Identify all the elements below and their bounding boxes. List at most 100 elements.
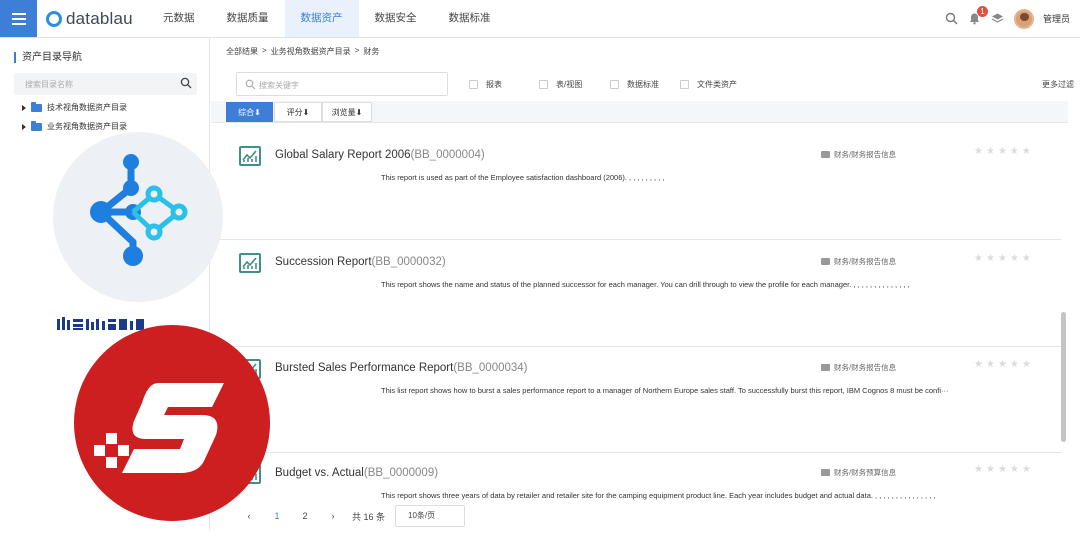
result-path: 财务/财务报告信息	[821, 256, 896, 267]
hamburger-menu-button[interactable]	[0, 0, 37, 37]
logo[interactable]: datablau	[46, 9, 133, 29]
rating-stars[interactable]: ★ ★ ★ ★ ★	[974, 464, 1031, 475]
result-card[interactable]: Bursted Sales Performance Report(BB_0000…	[211, 348, 1061, 453]
rating-stars[interactable]: ★ ★ ★ ★ ★	[974, 359, 1031, 370]
star-icon[interactable]: ★	[1022, 464, 1031, 475]
page-2-button[interactable]: 2	[296, 511, 314, 521]
breadcrumb-separator: >	[262, 46, 267, 55]
checkbox[interactable]	[469, 80, 478, 89]
star-icon[interactable]: ★	[1022, 253, 1031, 264]
rating-stars[interactable]: ★ ★ ★ ★ ★	[974, 146, 1031, 157]
tree-item-business-catalog[interactable]: 业务视角数据资产目录	[22, 120, 127, 132]
sort-views-button[interactable]: 浏览量⬇	[322, 102, 372, 122]
next-page-button[interactable]: ›	[324, 511, 342, 521]
result-path: 财务/财务报告信息	[821, 149, 896, 160]
caret-right-icon[interactable]	[22, 123, 26, 130]
result-code: (BB_0000004)	[410, 149, 485, 161]
result-path-label: 财务/财务报告信息	[834, 257, 897, 266]
result-code: (BB_0000034)	[453, 362, 528, 374]
page-1-button[interactable]: 1	[268, 511, 286, 521]
star-icon[interactable]: ★	[1010, 359, 1019, 370]
sort-comprehensive-button[interactable]: 综合⬇	[226, 102, 273, 122]
bell-icon[interactable]: 1	[968, 5, 988, 26]
result-path: 财务/财务预算信息	[821, 467, 896, 478]
result-title[interactable]: Succession Report(BB_0000032)	[275, 256, 446, 268]
star-icon[interactable]: ★	[1022, 359, 1031, 370]
search-icon[interactable]	[180, 77, 192, 89]
star-icon[interactable]: ★	[998, 359, 1007, 370]
page-size-select[interactable]: 10条/页	[395, 505, 466, 527]
folder-icon	[821, 258, 830, 265]
nav-item-data-security[interactable]: 数据安全	[359, 0, 433, 37]
star-icon[interactable]: ★	[986, 253, 995, 264]
star-icon[interactable]: ★	[986, 464, 995, 475]
prev-page-button[interactable]: ‹	[240, 511, 258, 521]
result-description: This report is used as part of the Emplo…	[381, 173, 665, 182]
scrollbar[interactable]	[1061, 312, 1066, 442]
nav-item-metadata[interactable]: 元数据	[147, 0, 211, 37]
star-icon[interactable]: ★	[974, 253, 983, 264]
keyword-search-input[interactable]: 搜索关键字	[236, 72, 448, 96]
star-icon[interactable]: ★	[986, 146, 995, 157]
caret-right-icon[interactable]	[22, 104, 26, 111]
avatar[interactable]	[1013, 8, 1034, 29]
search-icon[interactable]	[945, 12, 959, 26]
breadcrumb-finance[interactable]: 财务	[363, 46, 379, 57]
star-icon[interactable]: ★	[986, 359, 995, 370]
sisense-logo-icon	[74, 325, 270, 521]
star-icon[interactable]: ★	[974, 464, 983, 475]
result-title[interactable]: Budget vs. Actual(BB_0000009)	[275, 467, 438, 479]
star-icon[interactable]: ★	[1010, 464, 1019, 475]
filter-report-checkbox[interactable]: 报表	[469, 79, 502, 90]
folder-icon	[821, 364, 830, 371]
result-code: (BB_0000032)	[371, 256, 446, 268]
nav-item-data-assets[interactable]: 数据资产	[284, 0, 359, 37]
result-title[interactable]: Bursted Sales Performance Report(BB_0000…	[275, 362, 528, 374]
result-code: (BB_0000009)	[363, 467, 439, 479]
total-count: 共 16 条	[352, 511, 386, 522]
result-card[interactable]: Global Salary Report 2006(BB_0000004) Th…	[211, 135, 1061, 240]
layers-icon[interactable]	[991, 12, 1005, 26]
star-icon[interactable]: ★	[998, 253, 1007, 264]
result-description: This report shows the name and status of…	[381, 280, 910, 289]
result-name: Budget vs. Actual	[275, 467, 364, 479]
folder-icon	[31, 101, 42, 112]
star-icon[interactable]: ★	[1010, 146, 1019, 157]
folder-icon	[821, 469, 830, 476]
filter-file-assets-checkbox[interactable]: 文件类资产	[680, 79, 737, 90]
checkbox[interactable]	[610, 80, 619, 89]
top-header: datablau 元数据 数据质量 数据资产 数据安全 数据标准 1 管理员	[0, 0, 1080, 38]
filter-table-view-checkbox[interactable]: 表/视图	[539, 79, 582, 90]
user-name[interactable]: 管理员	[1043, 12, 1070, 25]
breadcrumb: 全部结果 > 业务视角数据资产目录 > 财务	[226, 46, 379, 57]
result-card[interactable]: Succession Report(BB_0000032) This repor…	[211, 242, 1061, 347]
breadcrumb-business-catalog[interactable]: 业务视角数据资产目录	[271, 46, 351, 57]
catalog-search-input[interactable]: 搜索目录名称	[14, 73, 197, 95]
checkbox[interactable]	[539, 80, 548, 89]
more-filters-link[interactable]: 更多过滤	[1042, 79, 1074, 90]
star-icon[interactable]: ★	[998, 146, 1007, 157]
result-path-label: 财务/财务报告信息	[834, 363, 897, 372]
star-icon[interactable]: ★	[1022, 146, 1031, 157]
nav-item-data-quality[interactable]: 数据质量	[211, 0, 285, 37]
result-description: This list report shows how to burst a sa…	[381, 386, 949, 395]
folder-icon	[31, 120, 42, 131]
tree-item-technical-catalog[interactable]: 技术视角数据资产目录	[22, 101, 127, 113]
main-nav: 元数据 数据质量 数据资产 数据安全 数据标准	[147, 0, 507, 37]
star-icon[interactable]: ★	[1010, 253, 1019, 264]
star-icon[interactable]: ★	[974, 359, 983, 370]
rating-stars[interactable]: ★ ★ ★ ★ ★	[974, 253, 1031, 264]
star-icon[interactable]: ★	[974, 146, 983, 157]
page-size-value: 10条/页	[408, 511, 436, 520]
nav-item-data-standard[interactable]: 数据标准	[433, 0, 507, 37]
folder-icon	[821, 151, 830, 158]
filter-data-standard-checkbox[interactable]: 数据标准	[610, 79, 659, 90]
result-name: Bursted Sales Performance Report	[275, 362, 454, 374]
breadcrumb-separator: >	[354, 46, 360, 55]
sort-rating-button[interactable]: 评分⬇	[274, 102, 322, 122]
result-title[interactable]: Global Salary Report 2006(BB_0000004)	[275, 149, 485, 161]
header-actions: 1 管理员	[945, 0, 1070, 37]
breadcrumb-all-results[interactable]: 全部结果	[226, 46, 258, 57]
star-icon[interactable]: ★	[998, 464, 1007, 475]
checkbox[interactable]	[680, 80, 689, 89]
